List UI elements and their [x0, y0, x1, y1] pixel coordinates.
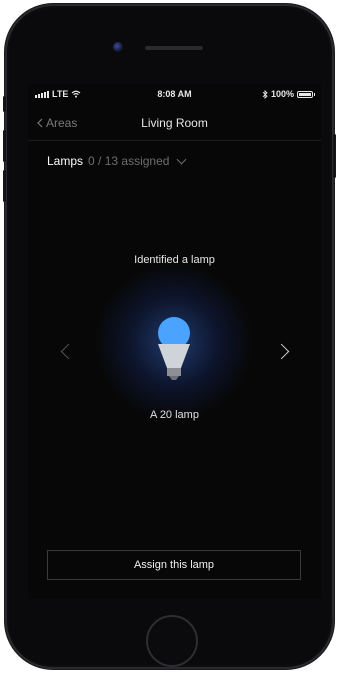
page-title: Living Room: [141, 116, 208, 130]
battery-percent: 100%: [270, 89, 294, 99]
earpiece-speaker: [145, 46, 203, 50]
bluetooth-icon: [262, 89, 268, 99]
chevron-down-icon: [176, 154, 187, 164]
previous-lamp-button[interactable]: [60, 343, 77, 360]
battery-icon: [297, 90, 315, 98]
lamps-count: 0 / 13 assigned: [88, 154, 170, 168]
lamp-name: A 20 lamp: [150, 409, 199, 421]
battery-fill: [299, 92, 311, 96]
assign-lamp-button[interactable]: Assign this lamp: [47, 550, 301, 580]
lamps-dropdown[interactable]: Lamps 0 / 13 assigned: [47, 154, 187, 168]
volume-down-button: [3, 170, 6, 202]
bulb-tip: [169, 376, 179, 380]
power-button: [333, 134, 336, 178]
bulb-base: [167, 368, 181, 376]
next-lamp-button[interactable]: [273, 343, 290, 360]
bulb-body: [158, 344, 190, 368]
home-button[interactable]: [146, 615, 198, 667]
status-bar: LTE 8:08 AM 100%: [28, 84, 321, 104]
lamps-title: Lamps: [47, 154, 84, 168]
phone-frame: LTE 8:08 AM 100% Areas Living Room Lamps…: [3, 4, 336, 669]
nav-bar: Areas Living Room: [28, 106, 321, 141]
status-right: 100%: [262, 89, 315, 99]
volume-up-button: [3, 130, 6, 162]
lightbulb-icon: [158, 317, 190, 380]
screen: LTE 8:08 AM 100% Areas Living Room Lamps…: [28, 84, 321, 599]
mute-switch: [3, 96, 6, 112]
front-camera: [113, 42, 123, 52]
